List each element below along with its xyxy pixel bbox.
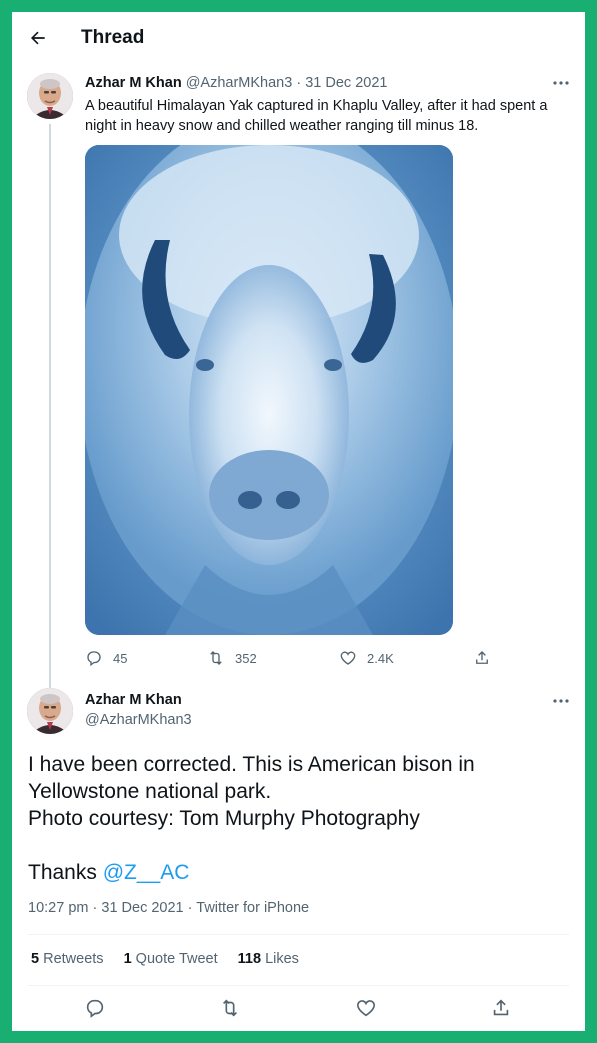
author-handle[interactable]: @AzharMKhan3 bbox=[85, 712, 192, 728]
tweet-line: Photo courtesy: Tom Murphy Photography bbox=[28, 807, 420, 830]
tweet-header: Azhar M Khan @AzharMKhan3 · 31 Dec 2021 bbox=[85, 75, 387, 91]
meta-separator: · bbox=[92, 900, 98, 916]
divider bbox=[28, 934, 569, 935]
heart-icon bbox=[340, 651, 356, 665]
avatar-portrait-icon bbox=[27, 73, 73, 119]
tweet-date[interactable]: 31 Dec 2021 bbox=[101, 900, 183, 916]
share-icon bbox=[476, 651, 488, 664]
more-options-button[interactable] bbox=[550, 74, 572, 92]
share-button[interactable] bbox=[490, 997, 514, 1021]
tweet-text: A beautiful Himalayan Yak captured in Kh… bbox=[85, 98, 548, 134]
retweet-icon bbox=[210, 651, 222, 665]
meta-separator: · bbox=[187, 900, 193, 916]
more-options-button[interactable] bbox=[550, 692, 572, 710]
retweet-button[interactable] bbox=[219, 997, 243, 1021]
like-count: 2.4K bbox=[367, 650, 394, 666]
quotes-count: 1 bbox=[123, 951, 132, 967]
divider bbox=[28, 985, 569, 986]
separator-dot: · bbox=[296, 75, 302, 91]
like-button[interactable]: 2.4K bbox=[339, 649, 394, 667]
tweet-source[interactable]: Twitter for iPhone bbox=[196, 900, 309, 916]
tweet-text: I have been corrected. This is American … bbox=[28, 751, 568, 886]
thread-header: Thread bbox=[12, 12, 585, 64]
thanks-text: Thanks bbox=[28, 861, 103, 884]
retweet-button[interactable]: 352 bbox=[207, 649, 257, 667]
page-title: Thread bbox=[81, 27, 145, 48]
more-dots-icon bbox=[553, 81, 569, 85]
share-button[interactable] bbox=[473, 649, 501, 667]
quotes-label: Quote Tweet bbox=[135, 951, 218, 967]
reply-icon bbox=[87, 651, 101, 667]
retweets-label: Retweets bbox=[43, 951, 104, 967]
tweet-actions-bar bbox=[12, 997, 585, 1021]
author-name[interactable]: Azhar M Khan bbox=[85, 75, 182, 91]
arrow-left-icon bbox=[31, 31, 45, 45]
retweet-count: 352 bbox=[235, 650, 257, 666]
tweet-thread-frame: Thread Azhar M Khan @AzharMKhan3 · 31 De… bbox=[12, 12, 585, 1031]
avatar-portrait-icon bbox=[27, 688, 73, 734]
like-button[interactable] bbox=[355, 997, 379, 1021]
retweets-stat[interactable]: 5 Retweets bbox=[31, 951, 104, 967]
likes-count: 118 bbox=[237, 951, 262, 967]
retweets-count: 5 bbox=[31, 951, 40, 967]
heart-icon bbox=[356, 1000, 376, 1017]
avatar[interactable] bbox=[27, 688, 73, 734]
author-name[interactable]: Azhar M Khan bbox=[85, 692, 182, 708]
likes-label: Likes bbox=[265, 951, 299, 967]
reply-button[interactable]: 45 bbox=[85, 649, 127, 667]
reply-icon bbox=[86, 999, 104, 1018]
quote-tweets-stat[interactable]: 1 Quote Tweet bbox=[124, 951, 218, 967]
author-handle[interactable]: @AzharMKhan3 bbox=[186, 75, 293, 91]
tweet-time[interactable]: 10:27 pm bbox=[28, 900, 88, 916]
tweet-line: I have been corrected. This is American … bbox=[28, 753, 475, 803]
tweet-photo[interactable] bbox=[85, 145, 453, 635]
tweet-date[interactable]: 31 Dec 2021 bbox=[305, 75, 387, 91]
share-icon bbox=[493, 999, 509, 1016]
more-dots-icon bbox=[553, 699, 569, 703]
tweet-meta: 10:27 pm · 31 Dec 2021 · Twitter for iPh… bbox=[28, 900, 309, 916]
tweet-thanks-line: Thanks @Z__AC bbox=[28, 859, 568, 886]
frozen-bison-photo-icon bbox=[85, 145, 453, 635]
tweet-actions: 45 352 2.4K bbox=[85, 649, 505, 671]
likes-stat[interactable]: 118 Likes bbox=[238, 951, 299, 967]
reply-button[interactable] bbox=[84, 997, 108, 1021]
mention-link[interactable]: @Z__AC bbox=[103, 861, 190, 884]
retweet-icon bbox=[222, 999, 238, 1017]
reply-count: 45 bbox=[113, 650, 128, 666]
engagement-stats: 5 Retweets 1 Quote Tweet 118 Likes bbox=[31, 951, 319, 967]
thread-connector-line bbox=[49, 124, 51, 692]
avatar[interactable] bbox=[27, 73, 73, 119]
back-button[interactable] bbox=[26, 26, 50, 50]
